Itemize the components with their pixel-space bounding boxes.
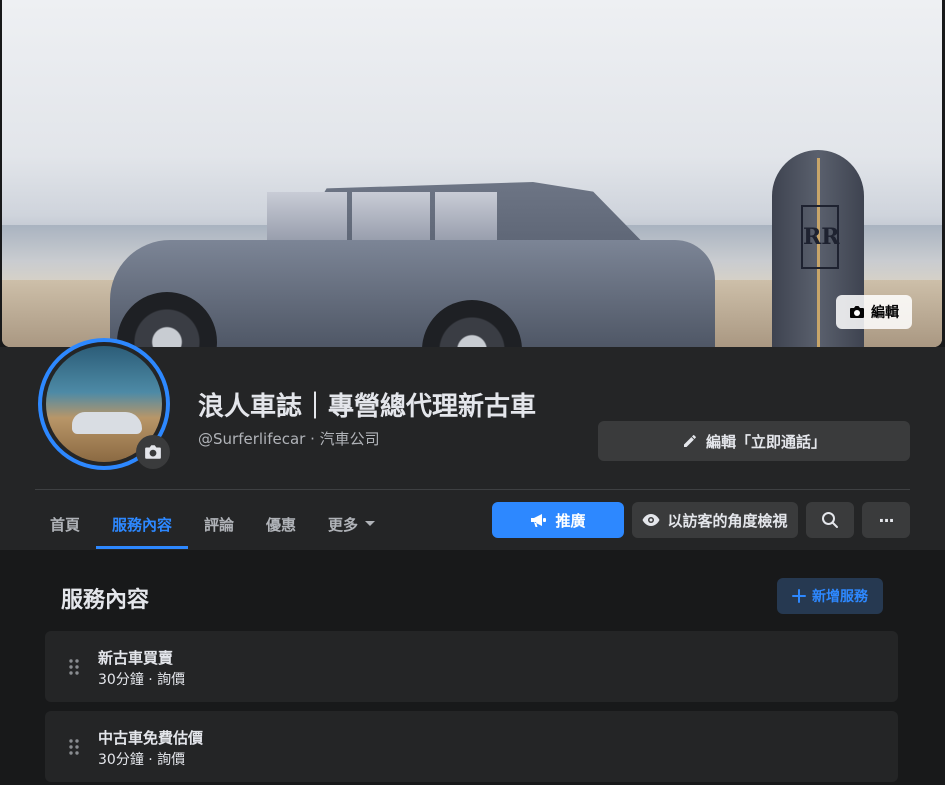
camera-icon — [145, 445, 161, 459]
service-meta: 30分鐘 · 詢價 — [98, 672, 186, 688]
promote-button[interactable]: 推廣 — [492, 502, 624, 538]
cover-edit-button[interactable]: 編輯 — [836, 295, 912, 329]
cover-surfboard-logo: RR — [801, 205, 840, 269]
active-tab-indicator — [96, 546, 188, 549]
drag-handle-icon[interactable] — [69, 659, 79, 675]
plus-icon — [792, 589, 806, 603]
tab-reviews[interactable]: 評論 — [204, 498, 234, 550]
search-button[interactable] — [806, 502, 854, 538]
cover-photo: RR 編輯 — [2, 0, 942, 347]
view-as-visitor-button[interactable]: 以訪客的角度檢視 — [632, 502, 798, 538]
service-item[interactable]: 新古車買賣 30分鐘 · 詢價 — [45, 631, 898, 702]
header-divider — [35, 489, 910, 490]
cover-edit-label: 編輯 — [871, 305, 899, 321]
add-service-label: 新增服務 — [812, 589, 868, 605]
tab-label: 更多 — [328, 515, 359, 534]
add-service-button[interactable]: 新增服務 — [777, 578, 883, 614]
camera-icon — [850, 306, 864, 318]
eye-icon — [642, 514, 660, 526]
tab-more[interactable]: 更多 — [328, 498, 376, 550]
page-handle: @Surferlifecar — [198, 430, 306, 448]
more-options-button[interactable]: ··· — [862, 502, 910, 538]
services-section-title: 服務內容 — [61, 588, 150, 613]
subtitle-separator: · — [305, 430, 320, 448]
pencil-icon — [683, 435, 696, 447]
tab-label: 首頁 — [50, 515, 81, 534]
tab-label: 優惠 — [266, 515, 297, 534]
page-title: 浪人車誌｜專營總代理新古車 — [198, 392, 537, 422]
profile-picture-camera-button[interactable] — [136, 435, 170, 469]
service-name: 中古車免費估價 — [98, 729, 204, 747]
page-subtitle: @Surferlifecar · 汽車公司 — [198, 428, 380, 449]
megaphone-icon — [531, 514, 547, 527]
caret-down-icon — [365, 521, 376, 526]
page-category: 汽車公司 — [319, 430, 380, 448]
edit-call-now-button[interactable]: 編輯「立即通話」 — [598, 421, 910, 461]
tab-home[interactable]: 首頁 — [50, 498, 80, 550]
service-name: 新古車買賣 — [98, 649, 174, 667]
tab-services[interactable]: 服務內容 — [112, 498, 172, 550]
view-as-visitor-label: 以訪客的角度檢視 — [667, 511, 788, 530]
edit-call-now-label: 編輯「立即通話」 — [705, 432, 826, 451]
drag-handle-icon[interactable] — [69, 739, 79, 755]
tab-label: 服務內容 — [112, 515, 173, 534]
promote-label: 推廣 — [555, 511, 586, 530]
tab-label: 評論 — [204, 515, 235, 534]
service-item[interactable]: 中古車免費估價 30分鐘 · 詢價 — [45, 711, 898, 782]
search-icon — [822, 512, 838, 528]
more-dots-icon: ··· — [878, 510, 894, 530]
tab-offers[interactable]: 優惠 — [266, 498, 296, 550]
profile-picture-car — [72, 412, 142, 434]
service-meta: 30分鐘 · 詢價 — [98, 752, 186, 768]
